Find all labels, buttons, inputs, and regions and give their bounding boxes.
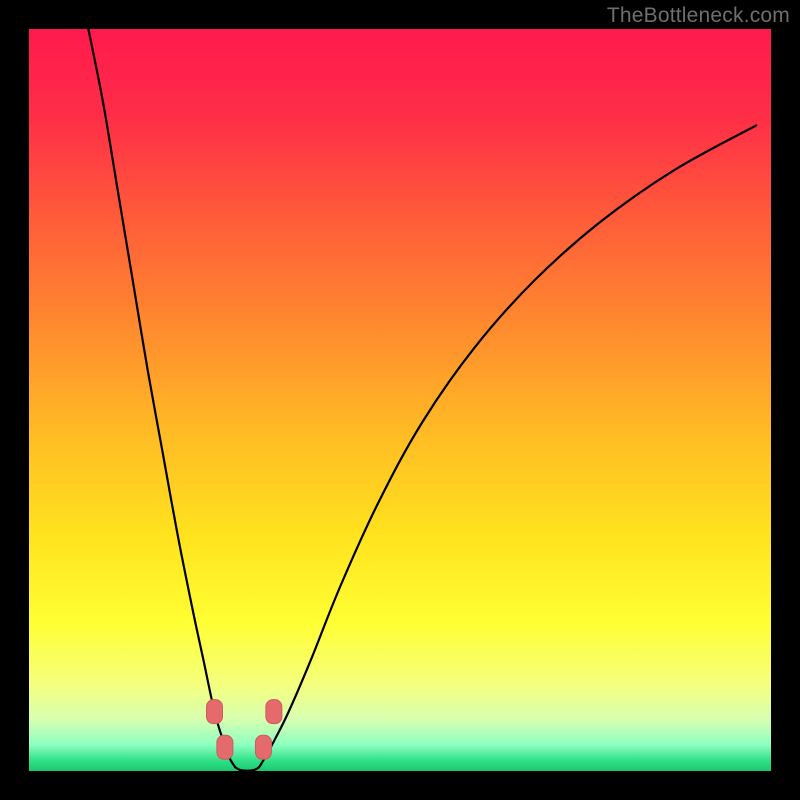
gradient-background xyxy=(29,29,771,771)
marker-right-lower xyxy=(255,735,271,759)
chart-frame: TheBottleneck.com xyxy=(0,0,800,800)
marker-left-lower xyxy=(217,735,233,759)
marker-right-upper xyxy=(266,700,282,724)
watermark-text: TheBottleneck.com xyxy=(607,4,790,28)
plot-area xyxy=(29,29,771,771)
marker-left-upper xyxy=(207,700,223,724)
chart-svg xyxy=(29,29,771,771)
